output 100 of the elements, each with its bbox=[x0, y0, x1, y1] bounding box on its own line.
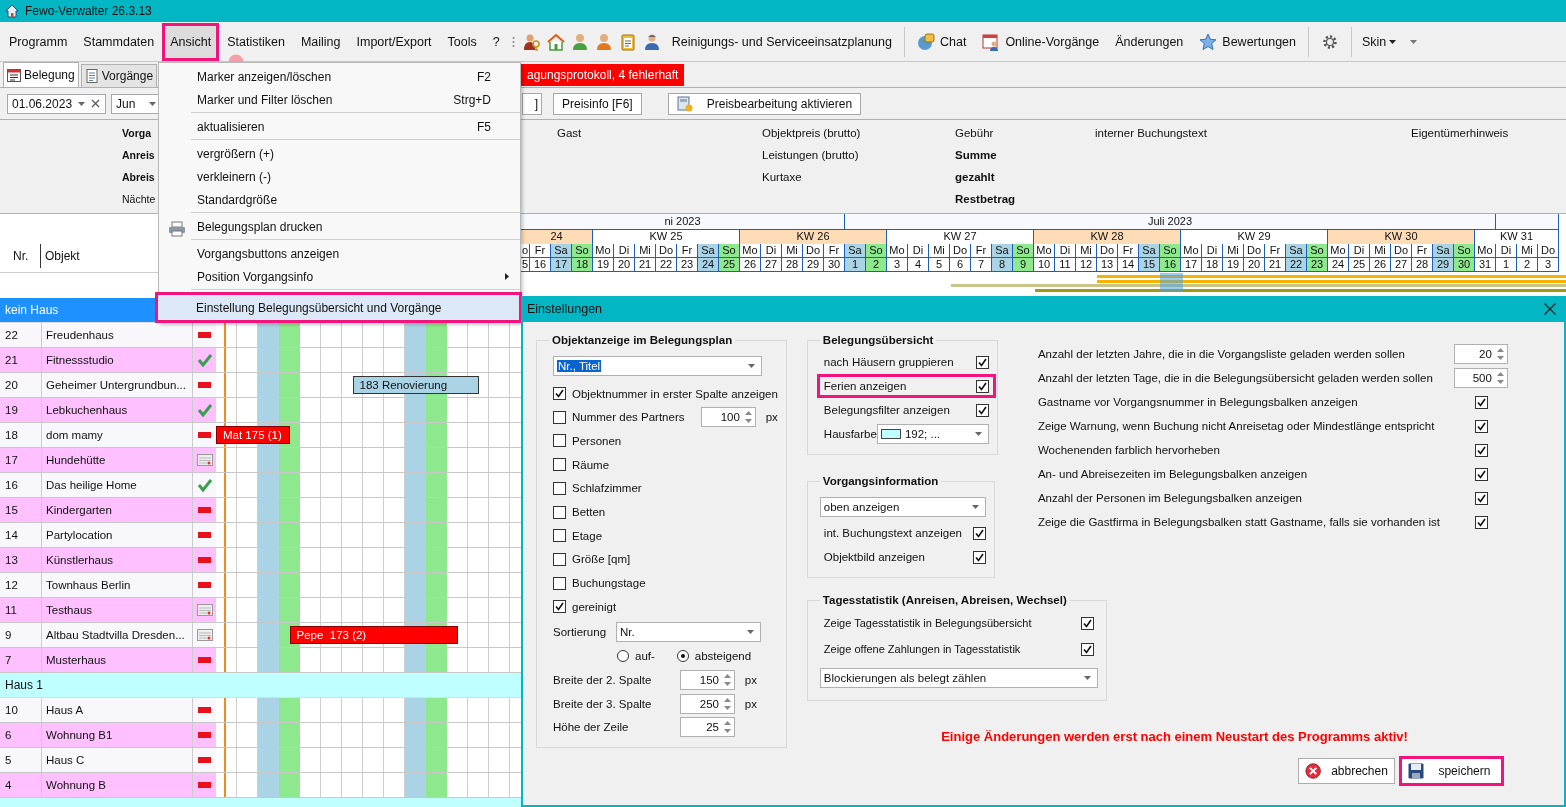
day-name: Mo bbox=[1475, 244, 1496, 258]
block-bar[interactable]: 183 Renovierung bbox=[352, 376, 479, 394]
menu-item[interactable]: verkleinern (-) bbox=[159, 165, 520, 188]
day-number: 28 bbox=[782, 258, 803, 272]
table-cell: Geheimer Untergrundbun... bbox=[42, 373, 193, 397]
day-name: Sa bbox=[698, 244, 719, 258]
window-title: Fewo-Verwalter 26.3.13 bbox=[25, 4, 152, 18]
menu-item[interactable]: Ansicht bbox=[162, 22, 220, 61]
info-label: Eigentümerhinweis bbox=[1411, 126, 1509, 140]
option-label: Betten bbox=[572, 506, 606, 519]
table-cell: 12 bbox=[0, 573, 42, 597]
option-label: Zeige Warnung, wenn Buchung nicht Anreisetag oder Mindestlänge entspricht bbox=[1037, 420, 1435, 432]
day-number: 1 bbox=[1496, 258, 1517, 272]
menu-item[interactable]: Einstellung Belegungsübersicht und Vorgänge bbox=[155, 292, 522, 323]
table-cell: Haus C bbox=[42, 748, 193, 772]
info-label: Anreis bbox=[122, 148, 155, 162]
menu-item[interactable]: Belegungsplan drucken bbox=[159, 215, 520, 238]
menu-item[interactable]: Standardgröße bbox=[159, 188, 520, 211]
day-number: 30 bbox=[824, 258, 845, 272]
table-cell: 18 bbox=[0, 423, 42, 447]
date-field[interactable]: 01.06.2023 bbox=[7, 93, 106, 114]
menu-item[interactable]: Stammdaten bbox=[75, 22, 163, 61]
info-label: Kurtaxe bbox=[762, 170, 802, 184]
day-name: Sa bbox=[1139, 244, 1160, 258]
option-label: Zeige Tagesstatistik in Belegungsübersicht bbox=[823, 617, 1032, 629]
booking-bar[interactable]: Mat 175 (1) bbox=[216, 426, 290, 444]
day-number: 10 bbox=[1034, 258, 1055, 272]
position-dropdown[interactable]: oben anzeigen bbox=[819, 497, 986, 517]
info-label: Nächte bbox=[122, 192, 156, 206]
day-name: So bbox=[1454, 244, 1475, 258]
changes-button[interactable]: Änderungen bbox=[1107, 23, 1192, 60]
day-name: Do bbox=[656, 244, 677, 258]
spin-field[interactable]: 20 bbox=[1453, 344, 1508, 364]
day-number: 24 bbox=[1328, 258, 1349, 272]
day-name: Fr bbox=[1265, 244, 1286, 258]
month-dropdown[interactable]: Jun bbox=[111, 93, 161, 114]
group-row[interactable]: Haus 1 bbox=[0, 673, 521, 698]
day-number: 20 bbox=[1244, 258, 1265, 272]
table-cell: 19 bbox=[0, 398, 42, 422]
spin-field[interactable]: 150 bbox=[680, 669, 735, 690]
spin-field[interactable]: 500 bbox=[1453, 368, 1508, 388]
menu-item[interactable]: Marker und Filter löschen Strg+D bbox=[159, 88, 520, 111]
menu-item[interactable]: aktualisieren F5 bbox=[159, 115, 520, 138]
toolbar-button[interactable]: ] bbox=[522, 92, 542, 115]
day-name: Mi bbox=[1076, 244, 1097, 258]
day-name: Di bbox=[908, 244, 929, 258]
menu-item[interactable]: ? bbox=[484, 22, 508, 61]
info-label: interner Buchungstext bbox=[1095, 126, 1207, 140]
color-dropdown[interactable]: 192; ... bbox=[876, 424, 989, 444]
group-title: Tagesstatistik (Anreisen, Abreisen, Wechsel) bbox=[821, 594, 1068, 606]
day-number: 18 bbox=[1202, 258, 1223, 272]
price-info-button[interactable]: Preisinfo [F6] bbox=[553, 92, 642, 115]
planning-button[interactable]: Reinigungs- und Serviceeinsatzplanung bbox=[663, 23, 900, 60]
ratings-button[interactable]: Bewertungen bbox=[1191, 23, 1304, 60]
spin-field[interactable]: 100 bbox=[700, 407, 756, 428]
save-button[interactable]: speichern bbox=[1398, 756, 1504, 786]
day-number: 8 bbox=[992, 258, 1013, 272]
option-label: Größe [qm] bbox=[572, 553, 631, 566]
menu-item[interactable]: Position Vorgangsinfo bbox=[159, 265, 520, 288]
info-label: Restbetrag bbox=[955, 192, 1016, 206]
spin-field[interactable]: 25 bbox=[680, 717, 735, 738]
day-number: 27 bbox=[761, 258, 782, 272]
chat-button[interactable]: Chat bbox=[908, 23, 975, 60]
tab[interactable]: Belegung bbox=[3, 62, 79, 87]
menu-item[interactable]: vergrößern (+) bbox=[159, 142, 520, 165]
day-name: Mo bbox=[1328, 244, 1349, 258]
tab[interactable]: Vorgänge bbox=[80, 64, 158, 87]
menu-item[interactable]: Statistiken bbox=[219, 22, 293, 61]
table-cell: 20 bbox=[0, 373, 42, 397]
menu-item[interactable]: Import/Export bbox=[348, 22, 440, 61]
menu-item[interactable]: Vorgangsbuttons anzeigen bbox=[159, 242, 520, 265]
option-label: Objektbild anzeigen bbox=[823, 551, 925, 563]
menu-item[interactable]: Mailing bbox=[292, 22, 349, 61]
option-label: Hausfarbe bbox=[823, 428, 877, 440]
table-cell: 17 bbox=[0, 448, 42, 472]
cancel-button[interactable]: abbrechen bbox=[1297, 758, 1395, 784]
table-cell: Das heilige Home bbox=[42, 473, 193, 497]
display-dropdown[interactable]: Nr., Titel bbox=[553, 356, 762, 376]
table-cell: 6 bbox=[0, 723, 42, 747]
menu-item[interactable]: Programm bbox=[1, 22, 76, 61]
spin-field[interactable]: 250 bbox=[680, 693, 735, 714]
option-label: Breite der 2. Spalte bbox=[553, 673, 653, 686]
menu-item[interactable]: Marker anzeigen/löschen F2 bbox=[159, 65, 520, 88]
online-button[interactable]: Online-Vorgänge bbox=[974, 23, 1108, 60]
day-name: Fr bbox=[1412, 244, 1433, 258]
info-label: Leistungen (brutto) bbox=[762, 148, 859, 162]
menu-item[interactable]: Tools bbox=[439, 22, 485, 61]
table-cell: 22 bbox=[0, 323, 42, 347]
table-cell: dom mamy bbox=[42, 423, 193, 447]
skin-menu[interactable]: Skin bbox=[1356, 23, 1403, 60]
option-label: Höhe der Zeile bbox=[553, 721, 630, 734]
booking-bar[interactable]: Pepe 173 (2) bbox=[289, 626, 458, 644]
day-name: Sa bbox=[1433, 244, 1454, 258]
sort-dropdown[interactable]: Nr. bbox=[616, 622, 761, 643]
table-cell: 15 bbox=[0, 498, 42, 522]
blocking-dropdown[interactable]: Blockierungen als belegt zählen bbox=[819, 668, 1098, 688]
price-edit-button[interactable]: Preisbearbeitung aktivieren bbox=[667, 92, 862, 115]
option-label: Räume bbox=[572, 458, 610, 471]
option-label: Personen bbox=[572, 435, 622, 447]
day-name: Mo bbox=[1181, 244, 1202, 258]
